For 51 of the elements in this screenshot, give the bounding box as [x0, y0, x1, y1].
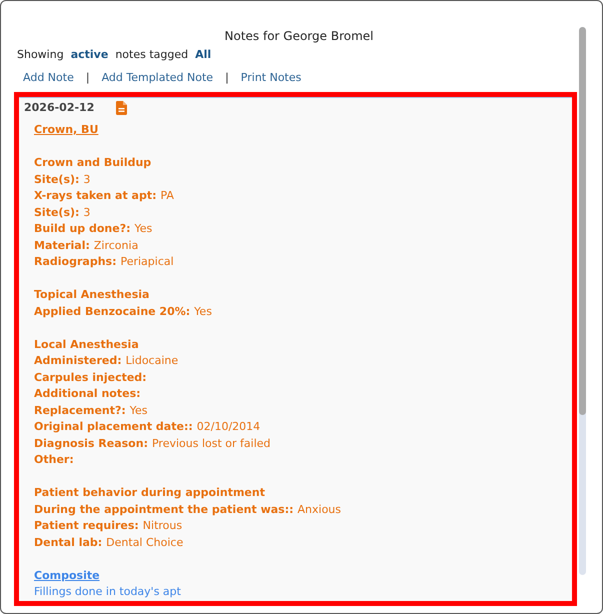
- tag-filter-link[interactable]: All: [195, 47, 212, 63]
- field-label: Carpules injected:: [34, 370, 147, 386]
- field-value: Yes: [134, 221, 152, 237]
- field-value: 02/10/2014: [196, 419, 260, 435]
- status-filter-link[interactable]: active: [70, 47, 108, 63]
- field-value: Zirconia: [94, 238, 138, 254]
- action-link[interactable]: Add Note: [23, 70, 74, 86]
- field-label: Other:: [34, 452, 74, 468]
- window-title: Notes for George Bromel: [224, 28, 374, 45]
- filter-label: notes tagged: [115, 47, 188, 63]
- field-value: Dental Choice: [106, 534, 184, 550]
- field-value: Yes: [194, 304, 212, 320]
- scrollbar-track[interactable]: [579, 27, 586, 575]
- section-heading: Patient behavior during appointment: [34, 485, 265, 501]
- field-value: Nitrous: [142, 518, 182, 534]
- field-label: Dental lab:: [34, 534, 102, 550]
- procedure-link[interactable]: Composite: [34, 568, 100, 584]
- action-link[interactable]: Print Notes: [240, 70, 302, 86]
- field-label: Material:: [34, 238, 90, 254]
- field-value: Yes: [130, 402, 148, 418]
- section-heading: Topical Anesthesia: [34, 287, 150, 303]
- action-link[interactable]: Add Templated Note: [102, 70, 214, 86]
- filter-label: Showing: [17, 47, 64, 63]
- section-heading: Local Anesthesia: [34, 336, 139, 352]
- procedure-description: Fillings done in today's apt: [34, 584, 181, 600]
- field-label: Build up done?:: [34, 221, 130, 237]
- field-label: Site(s):: [34, 204, 80, 220]
- field-value: Anxious: [298, 502, 342, 518]
- field-value: Periapical: [120, 254, 174, 270]
- field-label: Additional notes:: [34, 386, 141, 402]
- field-label: X-rays taken at apt:: [34, 188, 156, 204]
- document-icon[interactable]: [116, 101, 128, 115]
- field-value: Lidocaine: [126, 353, 178, 369]
- field-label: During the appointment the patient was::: [34, 502, 294, 518]
- field-label: Patient requires:: [34, 518, 139, 534]
- field-label: Site(s):: [34, 172, 80, 188]
- link-separator: |: [86, 70, 90, 86]
- field-value: PA: [160, 188, 174, 204]
- field-label: Applied Benzocaine 20%:: [34, 304, 190, 320]
- field-label: Diagnosis Reason:: [34, 436, 148, 452]
- field-value: 3: [83, 172, 90, 188]
- link-separator: |: [225, 70, 229, 86]
- scrollbar-thumb[interactable]: [579, 27, 586, 415]
- field-value: Previous lost or failed: [152, 436, 271, 452]
- field-label: Original placement date::: [34, 419, 193, 435]
- field-label: Administered:: [34, 353, 122, 369]
- field-label: Radiographs:: [34, 254, 116, 270]
- field-value: 3: [83, 204, 90, 220]
- note-date: 2026-02-12: [24, 100, 94, 116]
- field-label: Replacement?:: [34, 402, 126, 418]
- section-heading: Crown and Buildup: [34, 155, 152, 171]
